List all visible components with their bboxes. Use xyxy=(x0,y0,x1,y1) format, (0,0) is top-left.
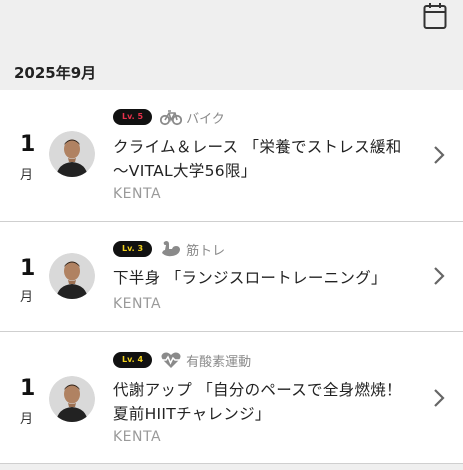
bike-icon xyxy=(160,110,183,126)
lesson-meta: Lv. 4 有酸素運動 xyxy=(113,350,251,370)
lesson-day: 1 xyxy=(20,256,36,281)
lesson-day: 1 xyxy=(20,376,36,401)
level-badge: Lv. 5 xyxy=(113,109,153,125)
calendar-icon[interactable] xyxy=(423,2,447,30)
level-badge: Lv. 3 xyxy=(113,241,153,257)
muscle-arm-icon xyxy=(162,241,181,257)
instructor-avatar xyxy=(49,376,95,422)
category-label: 有酸素運動 xyxy=(186,354,252,370)
instructor-name: KENTA xyxy=(113,186,162,202)
lesson-card[interactable]: 1 月 Lv. 5 バイク クライム＆レース 「栄養でストレス緩和 ～VITAL… xyxy=(0,90,463,222)
lesson-weekday: 月 xyxy=(20,168,34,183)
lesson-title-line: 代謝アップ 「自分のペースで全身燃焼！ xyxy=(113,381,402,399)
category-label: バイク xyxy=(186,111,225,127)
level-badge: Lv. 4 xyxy=(113,352,153,368)
lesson-meta: Lv. 5 バイク xyxy=(113,107,225,127)
lesson-title: 代謝アップ 「自分のペースで全身燃焼！ 夏前HIITチャレンジ」 xyxy=(113,378,423,426)
lesson-meta: Lv. 3 筋トレ xyxy=(113,239,225,259)
instructor-name: KENTA xyxy=(113,296,162,312)
instructor-avatar xyxy=(49,131,95,177)
chevron-right-icon[interactable] xyxy=(432,387,446,409)
chevron-right-icon[interactable] xyxy=(432,265,446,287)
lesson-day: 1 xyxy=(20,132,36,157)
month-header: 2025年9月 xyxy=(14,64,97,82)
top-bar xyxy=(0,0,463,58)
lesson-title: クライム＆レース 「栄養でストレス緩和 ～VITAL大学56限」 xyxy=(113,135,423,183)
chevron-right-icon[interactable] xyxy=(432,144,446,166)
lesson-weekday: 月 xyxy=(20,290,34,305)
lesson-title-line: ～VITAL大学56限」 xyxy=(113,162,257,180)
lesson-list: 1 月 Lv. 5 バイク クライム＆レース 「栄養でストレス緩和 ～VITAL… xyxy=(0,90,463,464)
lesson-card[interactable]: 1 月 Lv. 3 筋トレ 下半身 「ランジスロートレーニング」 KENTA xyxy=(0,222,463,332)
lesson-card[interactable]: 1 月 Lv. 4 有酸素運動 代謝アップ 「自分のペースで全身燃焼！ 夏前HI… xyxy=(0,332,463,464)
instructor-name: KENTA xyxy=(113,429,162,445)
lesson-title-line: 下半身 「ランジスロートレーニング」 xyxy=(113,269,387,287)
category-label: 筋トレ xyxy=(186,243,226,259)
heart-pulse-icon xyxy=(161,352,182,368)
lesson-title-line: 夏前HIITチャレンジ」 xyxy=(113,405,271,423)
instructor-avatar xyxy=(49,253,95,299)
lesson-weekday: 月 xyxy=(20,412,34,427)
lesson-title: 下半身 「ランジスロートレーニング」 xyxy=(113,266,423,290)
lesson-title-line: クライム＆レース 「栄養でストレス緩和 xyxy=(113,138,402,156)
